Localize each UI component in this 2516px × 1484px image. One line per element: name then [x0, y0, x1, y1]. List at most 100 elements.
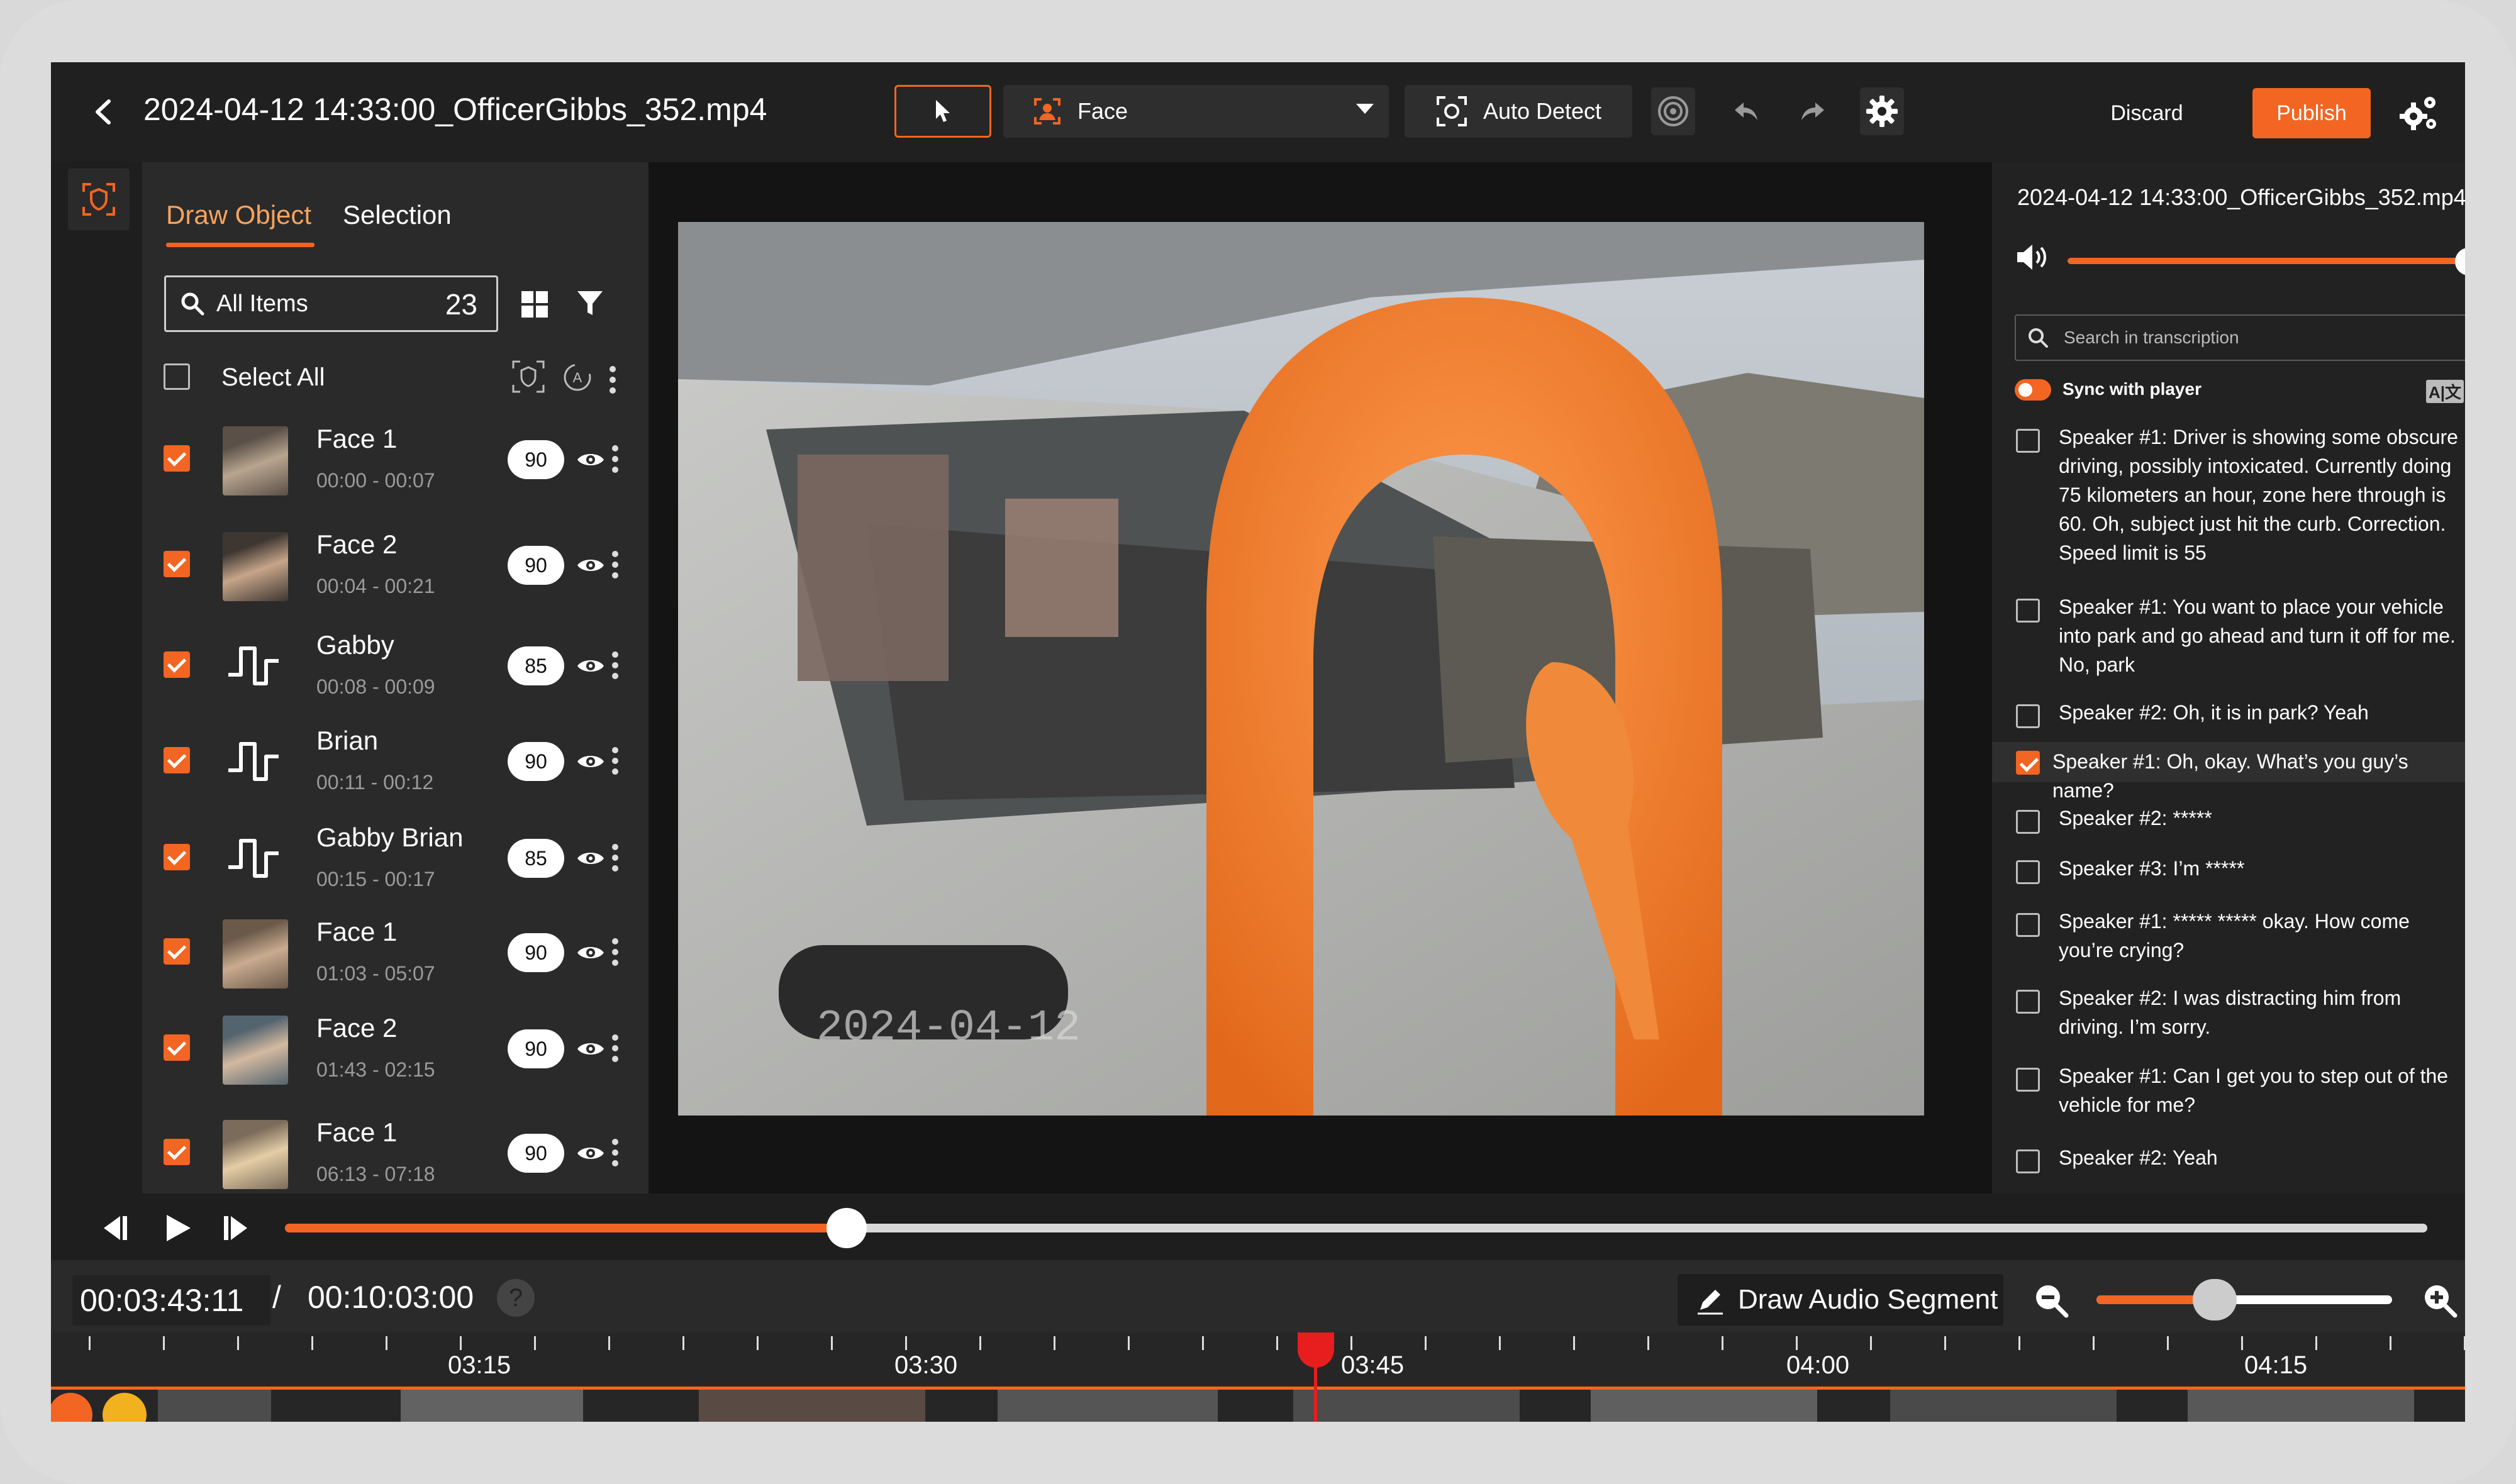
volume-knob[interactable] [2455, 248, 2465, 275]
redo-button[interactable] [1791, 87, 1835, 135]
step-forward-icon[interactable] [222, 1212, 253, 1244]
object-more-icon[interactable] [611, 938, 619, 966]
confidence-badge: 90 [508, 546, 564, 585]
shield-redact-icon[interactable] [511, 360, 545, 394]
transcript-search-input[interactable]: Search in transcription [2015, 314, 2465, 361]
object-more-icon[interactable] [611, 651, 619, 679]
object-more-icon[interactable] [611, 1034, 619, 1062]
object-row[interactable]: Face 2 00:04 - 00:21 90 [142, 529, 648, 620]
object-checkbox[interactable] [164, 747, 190, 773]
auto-detect-button[interactable]: Auto Detect [1405, 85, 1632, 138]
zoom-knob[interactable] [2193, 1279, 2237, 1321]
object-checkbox[interactable] [164, 445, 190, 472]
transcript-line[interactable]: Speaker #1: Oh, okay. What’s you guy’s n… [1992, 742, 2465, 802]
back-arrow-icon[interactable] [89, 96, 120, 128]
thumbnail-strip [158, 1390, 271, 1422]
items-filter-field[interactable]: All Items 23 [164, 275, 498, 332]
object-row[interactable]: Gabby 00:08 - 00:09 85 [142, 630, 648, 721]
object-row[interactable]: Face 1 01:03 - 05:07 90 [142, 917, 648, 1007]
object-row[interactable]: Face 2 01:43 - 02:15 90 [142, 1013, 648, 1104]
eye-icon[interactable] [576, 556, 605, 575]
face-type-dropdown[interactable]: Face [1003, 85, 1389, 138]
video-track-badge[interactable] [51, 1393, 92, 1422]
object-time-range: 00:00 - 00:07 [316, 469, 435, 492]
eye-icon[interactable] [576, 849, 605, 868]
target-button[interactable] [1651, 87, 1695, 135]
select-all-checkbox[interactable] [164, 363, 190, 390]
ruler-tick [905, 1336, 907, 1350]
eye-icon[interactable] [576, 752, 605, 771]
eye-icon[interactable] [576, 1144, 605, 1163]
auto-label-icon[interactable]: A [562, 362, 593, 392]
eye-icon[interactable] [576, 656, 605, 675]
transcript-checkbox[interactable] [2016, 1068, 2040, 1092]
video-frame[interactable]: 2024-04-12 [678, 222, 1924, 1116]
object-more-icon[interactable] [611, 747, 619, 775]
transcript-checkbox[interactable] [2016, 990, 2040, 1014]
video-area: 2024-04-12 [648, 162, 1992, 1193]
help-icon[interactable]: ? [497, 1279, 535, 1317]
publish-button[interactable]: Publish [2252, 88, 2371, 138]
ruler-tick [2464, 1336, 2465, 1350]
lock-track-badge[interactable] [103, 1393, 147, 1422]
audio-waveform-icon [228, 742, 279, 781]
object-more-icon[interactable] [611, 1139, 619, 1166]
object-row[interactable]: Face 1 06:13 - 07:18 90 [142, 1117, 648, 1193]
transcript-checkbox[interactable] [2016, 704, 2040, 728]
transcript-checkbox[interactable] [2016, 810, 2040, 834]
more-options-icon[interactable] [609, 366, 616, 394]
playhead-line[interactable] [1314, 1332, 1317, 1422]
transcript-checkbox[interactable] [2016, 429, 2040, 453]
tab-selection[interactable]: Selection [343, 200, 452, 230]
object-more-icon[interactable] [611, 551, 619, 579]
zoom-in-icon[interactable] [2422, 1283, 2458, 1318]
object-time-range: 06:13 - 07:18 [316, 1163, 435, 1185]
object-checkbox[interactable] [164, 938, 190, 965]
undo-button[interactable] [1724, 87, 1768, 135]
object-checkbox[interactable] [164, 844, 190, 870]
ruler-tick [1796, 1336, 1798, 1350]
transcript-file-title: 2024-04-12 14:33:00_OfficerGibbs_352.mp4 [2017, 184, 2465, 210]
progress-knob[interactable] [827, 1208, 867, 1248]
redo-icon [1801, 102, 1824, 120]
redaction-tool-button[interactable] [68, 169, 130, 230]
volume-icon[interactable] [2016, 243, 2050, 272]
object-checkbox[interactable] [164, 1034, 190, 1061]
object-row[interactable]: Face 1 00:00 - 00:07 90 [142, 424, 648, 514]
tab-draw-object[interactable]: Draw Object [166, 200, 311, 230]
tool-rail [51, 162, 142, 1193]
object-more-icon[interactable] [611, 844, 619, 872]
grid-view-icon[interactable] [521, 291, 548, 318]
ruler-tick [460, 1336, 462, 1350]
sync-toggle[interactable] [2015, 379, 2051, 401]
filter-icon[interactable] [576, 290, 604, 318]
step-back-icon[interactable] [97, 1212, 129, 1244]
multi-gear-icon[interactable] [2398, 94, 2440, 133]
select-tool-button[interactable] [894, 85, 991, 138]
face-thumbnail [223, 919, 288, 988]
discard-button[interactable]: Discard [2103, 90, 2191, 136]
current-time[interactable]: 00:03:43:11 [72, 1275, 270, 1326]
object-more-icon[interactable] [611, 445, 619, 473]
settings-button[interactable] [1860, 87, 1904, 135]
object-row[interactable]: Gabby Brian 00:15 - 00:17 85 [142, 822, 648, 913]
volume-slider[interactable] [2068, 258, 2465, 264]
transcript-checkbox[interactable] [2016, 860, 2040, 884]
object-checkbox[interactable] [164, 1139, 190, 1165]
transcript-checkbox[interactable] [2016, 913, 2040, 937]
eye-icon[interactable] [576, 450, 605, 469]
eye-icon[interactable] [576, 1039, 605, 1058]
translate-icon[interactable]: A|文 [2426, 380, 2464, 403]
timeline-ruler[interactable]: 03:15 03:30 03:45 04:00 04:15 [51, 1332, 2465, 1422]
transcript-checkbox[interactable] [2016, 751, 2040, 775]
play-icon[interactable] [163, 1212, 193, 1244]
object-checkbox[interactable] [164, 551, 190, 577]
transcript-search-placeholder: Search in transcription [2064, 328, 2239, 347]
draw-audio-segment-button[interactable]: Draw Audio Segment [1678, 1274, 2003, 1326]
zoom-out-icon[interactable] [2034, 1283, 2069, 1318]
transcript-checkbox[interactable] [2016, 1149, 2040, 1173]
eye-icon[interactable] [576, 943, 605, 962]
transcript-checkbox[interactable] [2016, 599, 2040, 623]
object-row[interactable]: Brian 00:11 - 00:12 90 [142, 726, 648, 816]
object-checkbox[interactable] [164, 651, 190, 678]
